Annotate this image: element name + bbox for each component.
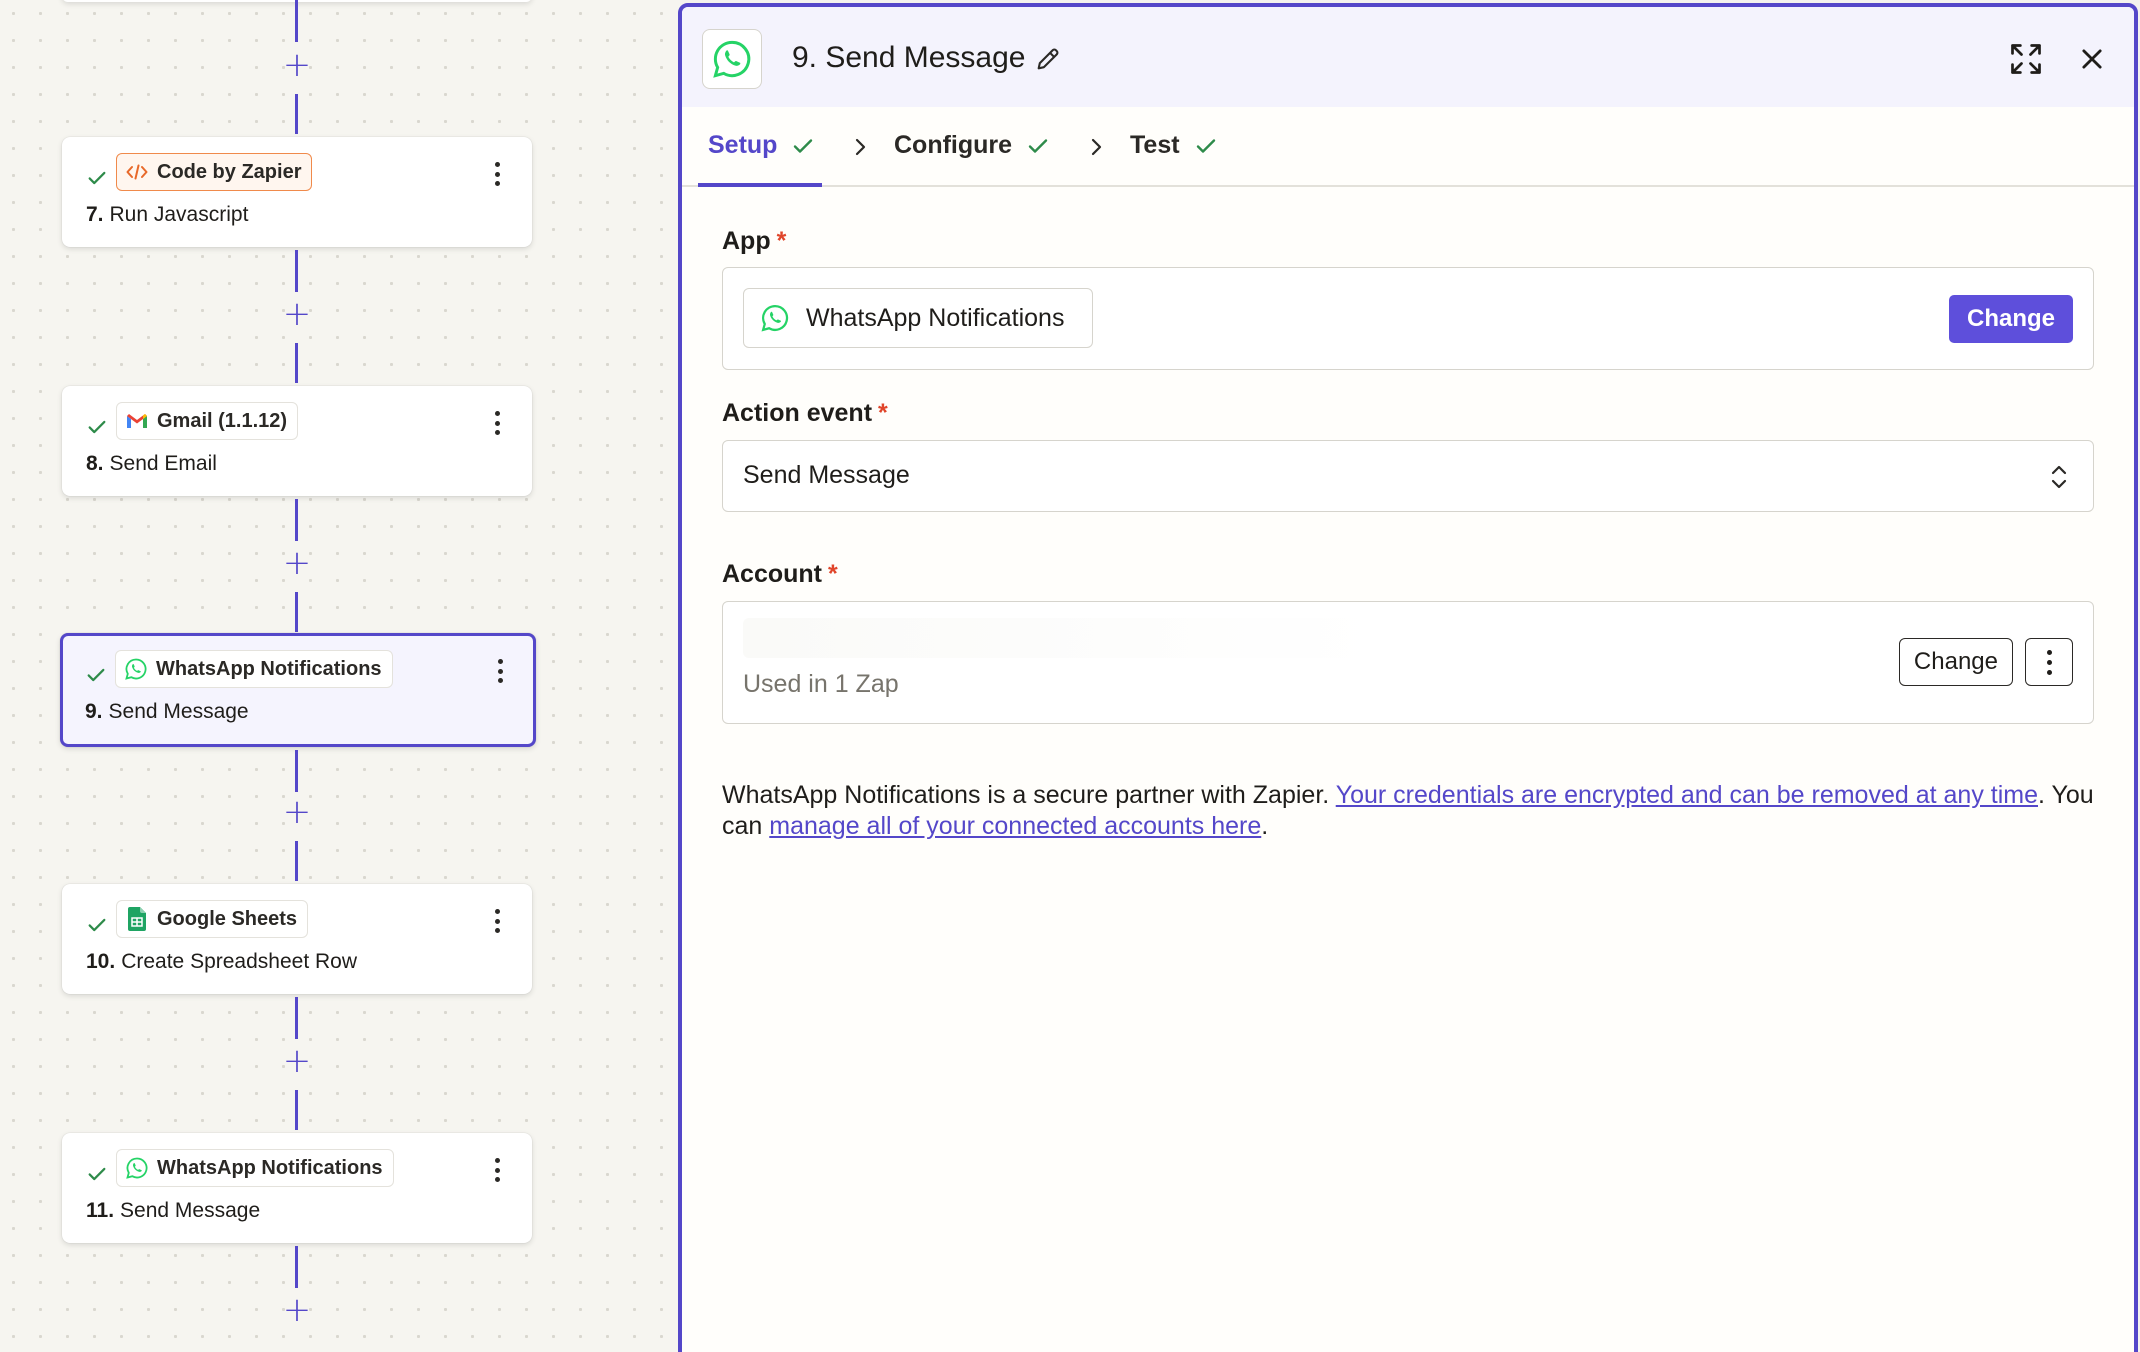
connector-line	[295, 250, 298, 292]
pencil-icon[interactable]	[1034, 45, 1062, 73]
chevron-up-down-icon	[2051, 465, 2067, 489]
step-editor-panel: 9. Send Message Setup Configure Test App…	[678, 3, 2138, 1352]
change-app-button[interactable]: Change	[1948, 295, 2073, 343]
panel-header: 9. Send Message	[682, 7, 2134, 107]
action-event-select[interactable]: Send Message	[722, 440, 2094, 512]
step-card-7[interactable]: Code by Zapier 7. Run Javascript	[62, 137, 532, 247]
connector-line	[295, 592, 298, 632]
account-name-redacted	[743, 618, 1383, 658]
step-card-9[interactable]: WhatsApp Notifications 9. Send Message	[60, 633, 536, 747]
check-icon	[87, 668, 105, 682]
whatsapp-icon	[761, 304, 789, 332]
check-icon	[794, 138, 813, 153]
whatsapp-icon	[702, 29, 762, 89]
connector-line	[295, 1090, 298, 1130]
selected-app-name: WhatsApp Notifications	[806, 303, 1065, 332]
connector-line	[295, 343, 298, 383]
action-event-value: Send Message	[743, 461, 910, 489]
step-menu-icon[interactable]	[486, 408, 508, 438]
step-card-11[interactable]: WhatsApp Notifications 11. Send Message	[62, 1133, 532, 1243]
tab-test[interactable]: Test	[1130, 131, 1218, 160]
connector-line	[295, 841, 298, 881]
check-icon	[88, 918, 106, 932]
panel-title: 9. Send Message	[792, 41, 1026, 74]
account-usage-text: Used in 1 Zap	[743, 670, 899, 698]
tab-configure[interactable]: Configure	[894, 131, 1050, 160]
add-step-button[interactable]: +	[281, 546, 313, 580]
tab-setup[interactable]: Setup	[708, 131, 815, 160]
app-field: WhatsApp Notifications Change	[722, 267, 2094, 370]
action-event-label: Action event *	[722, 399, 888, 427]
connector-line	[295, 997, 298, 1039]
step-title: 7. Run Javascript	[86, 203, 249, 226]
step-app-name: Gmail (1.1.12)	[157, 409, 288, 432]
step-title: 8. Send Email	[86, 452, 217, 475]
connector-line	[295, 0, 298, 42]
manage-accounts-link[interactable]: manage all of your connected accounts he…	[769, 812, 1261, 840]
chevron-right-icon	[855, 138, 866, 156]
step-app-name: WhatsApp Notifications	[157, 1156, 383, 1179]
connector-line	[295, 1246, 298, 1288]
gmail-icon	[125, 409, 149, 433]
check-icon	[88, 420, 106, 434]
zap-canvas: + Code by Zapier 7. Run Javascript + Gma…	[0, 0, 680, 1352]
add-step-button[interactable]: +	[281, 795, 313, 829]
active-tab-indicator	[698, 183, 822, 187]
add-step-button[interactable]: +	[281, 1044, 313, 1078]
connector-line	[295, 499, 298, 541]
add-step-button[interactable]: +	[281, 297, 313, 331]
add-step-button[interactable]: +	[281, 1293, 313, 1327]
account-field-label: Account *	[722, 560, 838, 588]
step-app-name: Google Sheets	[157, 907, 298, 930]
add-step-button[interactable]: +	[281, 48, 313, 82]
check-icon	[88, 171, 106, 185]
step-menu-icon[interactable]	[489, 656, 511, 686]
app-field-label: App *	[722, 227, 787, 255]
step-menu-icon[interactable]	[486, 159, 508, 189]
step-menu-icon[interactable]	[486, 906, 508, 936]
code-icon	[125, 160, 149, 184]
step-title: 10. Create Spreadsheet Row	[86, 950, 358, 973]
credentials-link[interactable]: Your credentials are encrypted and can b…	[1336, 781, 2038, 809]
change-account-button[interactable]: Change	[1898, 638, 2013, 686]
step-menu-icon[interactable]	[486, 1155, 508, 1185]
step-card-10[interactable]: Google Sheets 10. Create Spreadsheet Row	[62, 884, 532, 994]
step-app-pill: Gmail (1.1.12)	[116, 402, 299, 440]
google-sheets-icon	[125, 907, 149, 931]
selected-app-chip: WhatsApp Notifications	[743, 288, 1093, 348]
step-app-name: WhatsApp Notifications	[156, 657, 382, 680]
account-menu-icon[interactable]	[2025, 638, 2073, 686]
step-app-name: Code by Zapier	[157, 160, 302, 183]
check-icon	[1028, 138, 1048, 153]
check-icon	[88, 1167, 106, 1181]
account-field: Used in 1 Zap Change	[722, 601, 2094, 724]
security-info-text: WhatsApp Notifications is a secure partn…	[722, 781, 2094, 840]
close-icon[interactable]	[2078, 45, 2106, 73]
step-title: 11. Send Message	[86, 1199, 261, 1222]
step-app-pill: WhatsApp Notifications	[116, 1149, 394, 1187]
whatsapp-icon	[125, 1156, 149, 1180]
step-tabs: Setup Configure Test	[682, 107, 2134, 187]
step-app-pill: Code by Zapier	[116, 153, 313, 191]
check-icon	[1196, 138, 1215, 153]
step-app-pill: Google Sheets	[116, 900, 309, 938]
step-card-8[interactable]: Gmail (1.1.12) 8. Send Email	[62, 386, 532, 496]
chevron-right-icon	[1091, 138, 1102, 156]
expand-icon[interactable]	[2008, 41, 2044, 77]
step-title: 9. Send Message	[85, 700, 249, 723]
step-app-pill: WhatsApp Notifications	[115, 650, 393, 688]
connector-line	[295, 94, 298, 134]
connector-line	[295, 750, 298, 792]
whatsapp-icon	[124, 657, 148, 681]
